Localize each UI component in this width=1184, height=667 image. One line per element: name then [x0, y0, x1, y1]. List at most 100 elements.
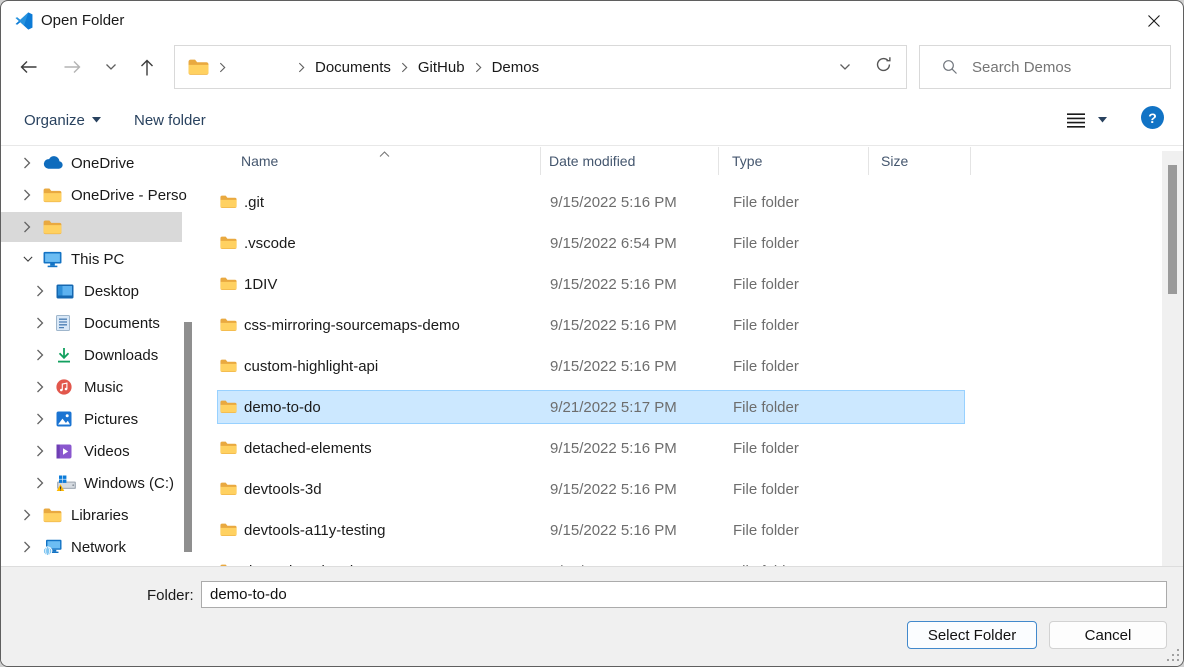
sidebar-item-label: This PC — [71, 251, 124, 268]
column-header-label: Name — [241, 153, 278, 169]
file-row-devtools-a11y-testing[interactable]: devtools-a11y-testing9/15/2022 5:16 PMFi… — [217, 513, 965, 547]
sidebar-item-windows-c[interactable]: Windows (C:) — [1, 467, 201, 499]
tree-collapsed-chevron-icon[interactable] — [36, 317, 46, 329]
column-headers: Name Date modified Type Size — [201, 147, 971, 175]
new-folder-button[interactable]: New folder — [134, 107, 206, 133]
tree-collapsed-chevron-icon[interactable] — [23, 221, 33, 233]
sidebar-item-music[interactable]: Music — [1, 371, 201, 403]
breadcrumb-segment-demos[interactable]: Demos — [492, 59, 540, 76]
search-input[interactable] — [972, 59, 1171, 76]
back-icon[interactable] — [13, 53, 43, 81]
breadcrumb-chevron-icon[interactable] — [401, 62, 408, 73]
type-cell: File folder — [720, 194, 870, 211]
column-header-date-modified[interactable]: Date modified — [541, 147, 719, 175]
folder-label: Folder: — [147, 587, 194, 604]
type-cell: File folder — [720, 317, 870, 334]
refresh-icon[interactable] — [875, 56, 892, 78]
onedrive-cloud-icon — [43, 156, 64, 170]
breadcrumb-segment-github[interactable]: GitHub — [418, 59, 465, 76]
file-row-custom-highlight-api[interactable]: custom-highlight-api9/15/2022 5:16 PMFil… — [217, 349, 965, 383]
file-name: demo-to-do — [244, 399, 321, 416]
sidebar-item-folder[interactable] — [1, 211, 201, 243]
sidebar-item-documents[interactable]: Documents — [1, 307, 201, 339]
up-icon[interactable] — [132, 53, 162, 81]
resize-grip[interactable] — [1165, 647, 1179, 661]
recent-locations-chevron-icon[interactable] — [96, 53, 126, 81]
help-button[interactable]: ? — [1141, 106, 1164, 129]
file-row-1DIV[interactable]: 1DIV9/15/2022 5:16 PMFile folder — [217, 267, 965, 301]
tree-collapsed-chevron-icon[interactable] — [23, 157, 33, 169]
tree-collapsed-chevron-icon[interactable] — [36, 413, 46, 425]
type-cell: File folder — [720, 481, 870, 498]
sidebar-item-onedrive-perso[interactable]: OneDrive - Perso — [1, 179, 201, 211]
file-row--vscode[interactable]: .vscode9/15/2022 6:54 PMFile folder — [217, 226, 965, 260]
file-name-cell: devtools-3d — [218, 481, 542, 498]
file-name: devtools-3d — [244, 481, 322, 498]
file-row-devtools-animations[interactable]: devtools-animations9/15/2022 5:16 PMFile… — [217, 554, 965, 566]
folder-icon — [43, 188, 64, 203]
breadcrumb-segment-documents[interactable]: Documents — [315, 59, 391, 76]
file-row-css-mirroring-sourcemaps-demo[interactable]: css-mirroring-sourcemaps-demo9/15/2022 5… — [217, 308, 965, 342]
file-row-devtools-3d[interactable]: devtools-3d9/15/2022 5:16 PMFile folder — [217, 472, 965, 506]
column-header-label: Type — [732, 153, 762, 169]
file-name-cell: devtools-a11y-testing — [218, 522, 542, 539]
sidebar-item-network[interactable]: Network — [1, 531, 201, 563]
select-folder-button[interactable]: Select Folder — [907, 621, 1037, 649]
tree-collapsed-chevron-icon[interactable] — [36, 381, 46, 393]
tree-collapsed-chevron-icon[interactable] — [36, 349, 46, 361]
file-row--git[interactable]: .git9/15/2022 5:16 PMFile folder — [217, 185, 965, 219]
sidebar-item-label: Pictures — [84, 411, 138, 428]
file-row-demo-to-do[interactable]: demo-to-do9/21/2022 5:17 PMFile folder — [217, 390, 965, 424]
column-header-name[interactable]: Name — [201, 147, 541, 175]
organize-button[interactable]: Organize — [24, 107, 101, 133]
column-header-size[interactable]: Size — [869, 147, 971, 175]
folder-name-input[interactable] — [201, 581, 1167, 608]
folder-icon — [220, 195, 237, 209]
sidebar-item-desktop[interactable]: Desktop — [1, 275, 201, 307]
tree-collapsed-chevron-icon[interactable] — [36, 477, 46, 489]
forward-icon[interactable] — [58, 53, 88, 81]
tree-collapsed-chevron-icon[interactable] — [23, 189, 33, 201]
file-row-detached-elements[interactable]: detached-elements9/15/2022 5:16 PMFile f… — [217, 431, 965, 465]
tree-collapsed-chevron-icon[interactable] — [36, 285, 46, 297]
sidebar-item-downloads[interactable]: Downloads — [1, 339, 201, 371]
list-scrollbar-thumb[interactable] — [1168, 165, 1177, 294]
tree-collapsed-chevron-icon[interactable] — [23, 509, 33, 521]
file-list: NameDate modifiedTypeSize .git9/15/2022 … — [201, 147, 1183, 566]
sidebar-item-this-pc[interactable]: This PC — [1, 243, 201, 275]
tree-collapsed-chevron-icon[interactable] — [36, 445, 46, 457]
list-scrollbar-track[interactable] — [1162, 151, 1183, 566]
folder-icon — [43, 220, 64, 235]
sidebar-scrollbar-thumb[interactable] — [184, 322, 192, 552]
address-dropdown-chevron-icon[interactable] — [839, 58, 851, 76]
file-name: .git — [244, 194, 264, 211]
cancel-button[interactable]: Cancel — [1049, 621, 1167, 649]
date-modified-cell: 9/15/2022 5:16 PM — [542, 358, 720, 375]
breadcrumb-chevron-icon[interactable] — [475, 62, 482, 73]
sidebar-item-videos[interactable]: Videos — [1, 435, 201, 467]
file-name: 1DIV — [244, 276, 277, 293]
column-header-label: Date modified — [549, 153, 635, 169]
close-icon[interactable] — [1135, 7, 1173, 35]
sidebar-item-pictures[interactable]: Pictures — [1, 403, 201, 435]
column-header-type[interactable]: Type — [719, 147, 869, 175]
file-name: .vscode — [244, 235, 296, 252]
sidebar-item-libraries[interactable]: Libraries — [1, 499, 201, 531]
address-folder-icon[interactable] — [188, 59, 209, 76]
tree-collapsed-chevron-icon[interactable] — [23, 541, 33, 553]
type-cell: File folder — [720, 440, 870, 457]
view-options-button[interactable] — [1067, 107, 1085, 133]
tree-expanded-chevron-icon[interactable] — [23, 255, 33, 263]
view-options-caret-button[interactable] — [1098, 107, 1107, 133]
sidebar-item-onedrive[interactable]: OneDrive — [1, 147, 201, 179]
file-name-cell: css-mirroring-sourcemaps-demo — [218, 317, 542, 334]
breadcrumb-chevron-icon[interactable] — [298, 62, 305, 73]
breadcrumb-chevron-icon[interactable] — [219, 62, 226, 73]
folder-icon — [220, 236, 237, 250]
file-name-cell: .git — [218, 194, 542, 211]
open-folder-dialog: Open Folder DocumentsGitHubDemo — [0, 0, 1184, 667]
folder-icon — [220, 400, 237, 414]
date-modified-cell: 9/15/2022 5:16 PM — [542, 276, 720, 293]
file-name: detached-elements — [244, 440, 372, 457]
organize-label: Organize — [24, 112, 85, 129]
